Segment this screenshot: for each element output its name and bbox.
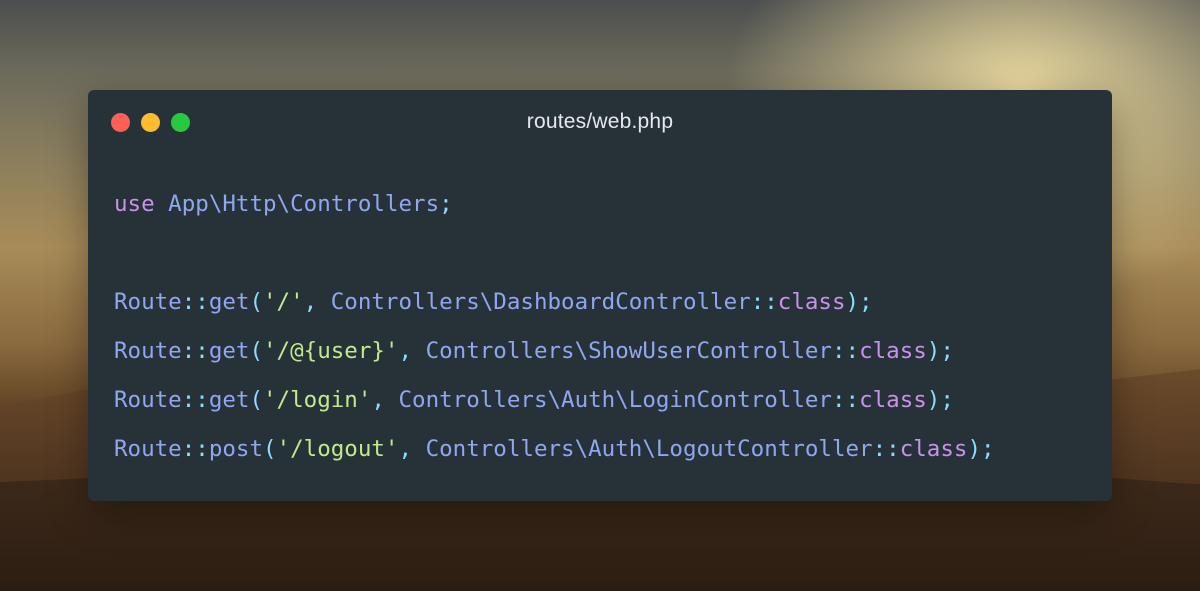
code-token: ); <box>926 387 954 413</box>
code-token: Route <box>114 436 182 462</box>
code-line: Route::post('/logout', Controllers\Auth\… <box>114 425 995 474</box>
code-token: get <box>208 387 250 413</box>
code-token: use <box>114 191 155 217</box>
code-token: Controllers\ShowUserController <box>425 338 832 364</box>
code-token: '/logout' <box>276 436 399 462</box>
code-token: , <box>398 338 426 364</box>
code-token: class <box>859 387 927 413</box>
code-line: Route::get('/@{user}', Controllers\ShowU… <box>114 327 995 376</box>
code-line: Route::get('/', Controllers\DashboardCon… <box>114 278 995 327</box>
code-token: :: <box>181 387 209 413</box>
code-token: :: <box>750 289 778 315</box>
code-token: get <box>208 338 250 364</box>
code-token: ); <box>845 289 873 315</box>
code-token: :: <box>872 436 900 462</box>
code-token: , <box>303 289 331 315</box>
code-token: ( <box>249 338 264 364</box>
code-token: '/' <box>263 289 304 315</box>
code-token: , <box>398 436 426 462</box>
code-token: get <box>208 289 250 315</box>
code-token: Route <box>114 289 182 315</box>
code-token: ); <box>926 338 954 364</box>
code-block: use App\Http\Controllers; Route::get('/',… <box>114 180 995 474</box>
code-token: Controllers\DashboardController <box>330 289 751 315</box>
code-token: ; <box>439 191 453 217</box>
code-token: , <box>371 387 399 413</box>
code-token: '/login' <box>263 387 372 413</box>
code-token: Route <box>114 387 182 413</box>
code-token: :: <box>831 338 860 364</box>
code-token: ( <box>249 387 264 413</box>
code-token: class <box>899 436 968 462</box>
code-token: :: <box>181 338 209 364</box>
code-token: post <box>208 436 264 462</box>
code-token: :: <box>181 436 209 462</box>
code-token: :: <box>181 289 209 315</box>
code-token: App\Http\Controllers <box>154 191 440 217</box>
code-token: class <box>859 338 927 364</box>
code-token: Controllers\Auth\LogoutController <box>425 436 873 462</box>
code-token: ( <box>249 289 264 315</box>
code-line: use App\Http\Controllers; <box>114 180 995 229</box>
code-line: Route::get('/login', Controllers\Auth\Lo… <box>114 376 995 425</box>
code-token: ( <box>263 436 277 462</box>
code-token: ); <box>967 436 995 462</box>
window-titlebar: routes/web.php <box>88 90 1112 154</box>
code-token: '/@{user}' <box>263 338 399 364</box>
code-token: Route <box>114 338 182 364</box>
code-window: routes/web.php use App\Http\Controllers;… <box>88 90 1112 501</box>
code-token: Controllers\Auth\LoginController <box>398 387 832 413</box>
code-token: class <box>777 289 846 315</box>
window-title: routes/web.php <box>526 110 674 133</box>
code-token: :: <box>831 387 860 413</box>
